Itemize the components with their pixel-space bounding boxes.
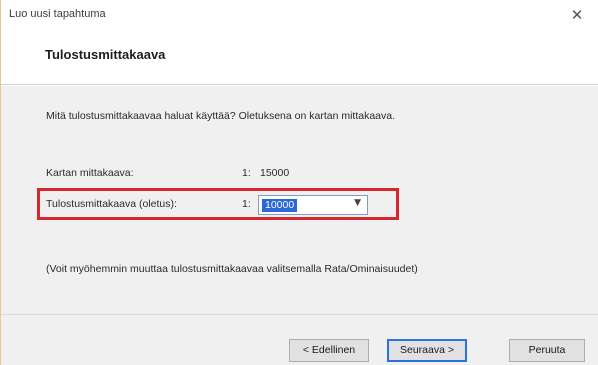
close-icon: ✕ (570, 6, 584, 24)
map-scale-value: 15000 (260, 167, 290, 179)
close-button[interactable]: ✕ (565, 4, 589, 26)
next-button[interactable]: Seuraava > (387, 339, 467, 362)
cancel-button[interactable]: Peruuta (509, 339, 585, 362)
back-button[interactable]: < Edellinen (289, 339, 369, 362)
wizard-content: Mitä tulostusmittakaavaa haluat käyttää?… (1, 86, 598, 314)
note-text: (Voit myöhemmin muuttaa tulostusmittakaa… (46, 263, 418, 275)
chevron-down-icon[interactable]: ▼ (354, 198, 361, 208)
print-scale-prefix: 1: (242, 198, 251, 210)
print-scale-label: Tulostusmittakaava (oletus): (46, 198, 177, 210)
title-bar: Luo uusi tapahtuma ✕ (1, 0, 598, 33)
print-scale-combobox[interactable]: 10000 ▼ (258, 195, 368, 215)
intro-text: Mitä tulostusmittakaavaa haluat käyttää?… (46, 110, 396, 122)
map-scale-prefix: 1: (242, 167, 251, 179)
print-scale-value: 10000 (262, 199, 298, 212)
window-title: Luo uusi tapahtuma (9, 8, 106, 20)
wizard-window: Luo uusi tapahtuma ✕ Tulostusmittakaava … (0, 0, 598, 365)
page-title: Tulostusmittakaava (45, 47, 166, 62)
wizard-header: Tulostusmittakaava (1, 33, 598, 85)
map-scale-label: Kartan mittakaava: (46, 167, 134, 179)
wizard-footer: < Edellinen Seuraava > Peruuta (1, 314, 598, 365)
